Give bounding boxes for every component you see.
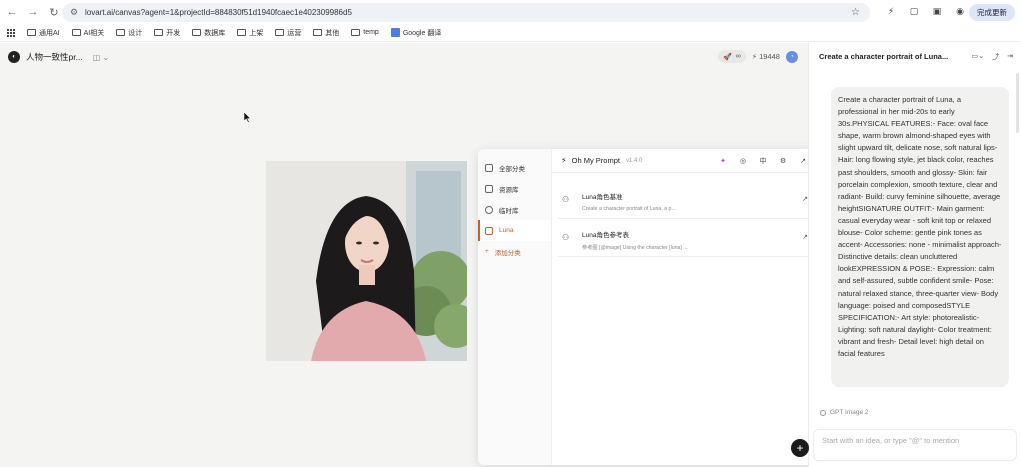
bookmark-folder[interactable]: AI相关 [71, 28, 104, 38]
bookmark-folder[interactable]: 数据库 [192, 28, 225, 38]
bookmark-folder[interactable]: 运营 [275, 28, 301, 38]
site-settings-icon[interactable]: ⚙ [70, 7, 80, 18]
folder-icon [116, 29, 126, 36]
share-pill[interactable]: 🚀 ∞ [718, 50, 746, 63]
project-title[interactable]: 人物一致性pr... [26, 51, 83, 63]
back-icon[interactable]: ← [3, 3, 21, 21]
external-link-icon[interactable]: ↗ [798, 156, 808, 166]
category-library[interactable]: 资源库 [478, 178, 551, 199]
canvas-top-actions: 🚀 ∞ ⚡ 19448 ◔ [718, 50, 798, 63]
rocket-icon: 🚀 [723, 53, 732, 61]
folder-icon [485, 163, 493, 172]
theme-icon[interactable]: ◎ [738, 156, 748, 166]
cast-icon[interactable]: ▣ [930, 4, 944, 18]
popover-tools: ✦ ◎ 中 ⚙ ↗ [718, 156, 808, 166]
clock-icon [485, 205, 493, 214]
bolt-extension-icon[interactable]: ⚡ [884, 4, 898, 18]
forward-icon[interactable]: → [24, 3, 42, 21]
update-button[interactable]: 完成更新 [969, 4, 1015, 21]
folder-icon [351, 29, 361, 36]
popover-version: v1.4.0 [625, 157, 643, 164]
folder-icon [71, 29, 81, 36]
profile-icon[interactable]: ◉ [953, 4, 967, 18]
bookmark-google-translate[interactable]: Google 翻译 [390, 28, 441, 38]
puzzle-extension-icon[interactable]: ▢ [907, 4, 921, 18]
portrait-illustration [266, 161, 467, 361]
popover-title: Oh My Prompt [571, 156, 620, 165]
folder-icon [313, 29, 323, 36]
folder-icon [237, 29, 247, 36]
magic-wand-icon[interactable]: ✦ [718, 156, 728, 166]
lovart-logo-icon: ◐ [8, 51, 20, 63]
folder-icon [275, 29, 285, 36]
bookmark-folder[interactable]: 设计 [116, 28, 142, 38]
folder-icon [192, 29, 202, 36]
bookmarks-bar: 通用AI AI相关 设计 开发 数据库 上架 运营 其他 temp Google… [0, 24, 1021, 42]
prompt-library-popover: 全部分类 资源库 临时库 Luna + 添加分类 ⚡ Oh My Prompt v… [478, 149, 818, 465]
bolt-icon: ⚡ [561, 156, 567, 165]
prompt-list-item[interactable]: ⚇ Luna角色参考表 参考图 [@image] Using the chara… [558, 219, 812, 257]
collapse-panel-icon[interactable]: ⇥ [1007, 52, 1013, 62]
bookmark-folder[interactable]: 开发 [154, 28, 180, 38]
plus-icon: + [485, 248, 489, 255]
credits-counter[interactable]: ⚡ 19448 [752, 52, 780, 61]
add-category-button[interactable]: + 添加分类 [478, 241, 551, 262]
category-temp[interactable]: 临时库 [478, 199, 551, 220]
add-prompt-button[interactable]: + [791, 439, 809, 457]
translate-icon [390, 28, 400, 37]
url-text: lovart.ai/canvas?agent=1&projectId=88483… [85, 8, 352, 17]
prompt-description: 参考图 [@image] Using the character [luna] … [582, 245, 688, 251]
language-icon[interactable]: 中 [758, 156, 768, 166]
folder-icon [154, 29, 164, 36]
bookmark-folder[interactable]: 上架 [237, 28, 263, 38]
prompt-list-item[interactable]: ⚇ Luna角色基准 Create a character portrait o… [558, 181, 812, 219]
chat-scrollbar[interactable] [1016, 73, 1019, 133]
reload-icon[interactable]: ↻ [45, 3, 63, 21]
share-icon[interactable]: ⤴ [992, 52, 999, 62]
model-label[interactable]: GPT Image 2 [820, 409, 869, 416]
model-icon [820, 409, 826, 416]
prompt-description: Create a character portrait of Luna, a p… [582, 206, 676, 212]
chat-input[interactable]: Start with an idea, or type "@" to menti… [813, 429, 1017, 461]
prompt-popover-header: ⚡ Oh My Prompt v1.4.0 ✦ ◎ 中 ⚙ ↗ [552, 149, 818, 173]
category-luna[interactable]: Luna [478, 220, 551, 241]
mouse-cursor-icon [244, 112, 252, 123]
extension-icons: ⚡ ▢ ▣ ◉ [884, 4, 967, 18]
bookmark-folder[interactable]: 通用AI [27, 28, 60, 38]
box-icon [485, 226, 493, 235]
prompt-category-sidebar: 全部分类 资源库 临时库 Luna + 添加分类 [478, 149, 552, 465]
project-title-bar[interactable]: ◐ 人物一致性pr... ◫ ⌄ [8, 51, 109, 63]
prompt-list: ⚇ Luna角色基准 Create a character portrait o… [552, 181, 818, 257]
prompt-title: Luna角色基准 [582, 194, 623, 201]
library-icon [485, 184, 493, 193]
browser-toolbar: ← → ↻ ⚙ lovart.ai/canvas?agent=1&project… [0, 0, 1021, 24]
generated-portrait-image[interactable] [266, 161, 467, 361]
bookmark-folder[interactable]: 其他 [313, 28, 339, 38]
person-icon: ⚇ [562, 233, 570, 242]
bookmark-folder[interactable]: temp [351, 29, 379, 36]
category-all[interactable]: 全部分类 [478, 157, 551, 178]
user-message-bubble: Create a character portrait of Luna, a p… [831, 87, 1009, 387]
address-bar[interactable]: ⚙ lovart.ai/canvas?agent=1&projectId=884… [62, 3, 870, 22]
bookmark-star-icon[interactable]: ☆ [851, 7, 860, 18]
person-icon: ⚇ [562, 195, 570, 204]
chat-header-tools: ▭⌄ ⤴ ⇥ [972, 52, 1013, 62]
layout-icon[interactable]: ▭⌄ [972, 52, 984, 62]
project-menu-icon[interactable]: ◫ ⌄ [93, 53, 109, 62]
settings-gear-icon[interactable]: ⚙ [778, 156, 788, 166]
folder-icon [27, 29, 36, 36]
apps-grid-icon[interactable] [7, 28, 15, 37]
prompt-title: Luna角色参考表 [582, 232, 629, 239]
chat-panel: Create a character portrait of Luna... ▭… [808, 43, 1021, 467]
user-avatar[interactable]: ◔ [785, 50, 798, 63]
